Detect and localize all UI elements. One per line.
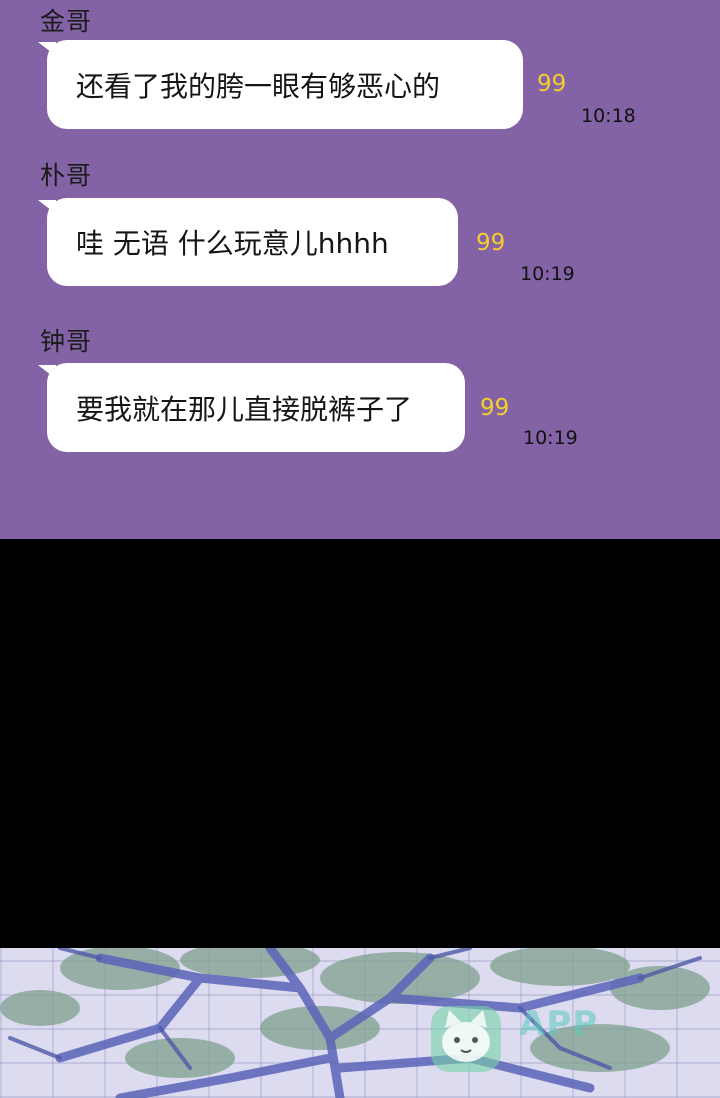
message-bubble[interactable]: 还看了我的胯一眼有够恶心的 bbox=[38, 40, 523, 129]
unread-count: 99 bbox=[537, 71, 567, 97]
bubble-tail bbox=[38, 42, 56, 56]
message-text: 要我就在那儿直接脱裤子了 bbox=[76, 392, 413, 426]
message-text: 哇 无语 什么玩意儿hhhh bbox=[76, 227, 389, 260]
sender-name: 金哥 bbox=[40, 7, 93, 36]
message-time: 10:18 bbox=[581, 105, 636, 127]
chat-panel: 金哥 还看了我的胯一眼有够恶心的 99 10:18 朴哥 哇 无语 什么玩意儿h… bbox=[0, 0, 720, 539]
unread-count: 99 bbox=[480, 395, 510, 421]
watermark: APP bbox=[427, 998, 667, 1088]
bubble-tail bbox=[38, 200, 56, 214]
sender-name: 朴哥 bbox=[40, 161, 93, 190]
message-time: 10:19 bbox=[520, 263, 575, 285]
bubble-tail bbox=[38, 365, 56, 379]
sender-name: 钟哥 bbox=[40, 327, 93, 356]
message-bubble[interactable]: 要我就在那儿直接脱裤子了 bbox=[38, 363, 465, 452]
unread-count: 99 bbox=[476, 230, 506, 256]
cat-face-icon bbox=[431, 1006, 501, 1072]
black-band bbox=[0, 539, 720, 948]
message-time: 10:19 bbox=[523, 427, 578, 449]
tree-illustration: APP bbox=[0, 948, 720, 1098]
message-bubble[interactable]: 哇 无语 什么玩意儿hhhh bbox=[38, 198, 458, 286]
watermark-text: APP bbox=[519, 1004, 599, 1044]
message-text: 还看了我的胯一眼有够恶心的 bbox=[76, 69, 441, 103]
